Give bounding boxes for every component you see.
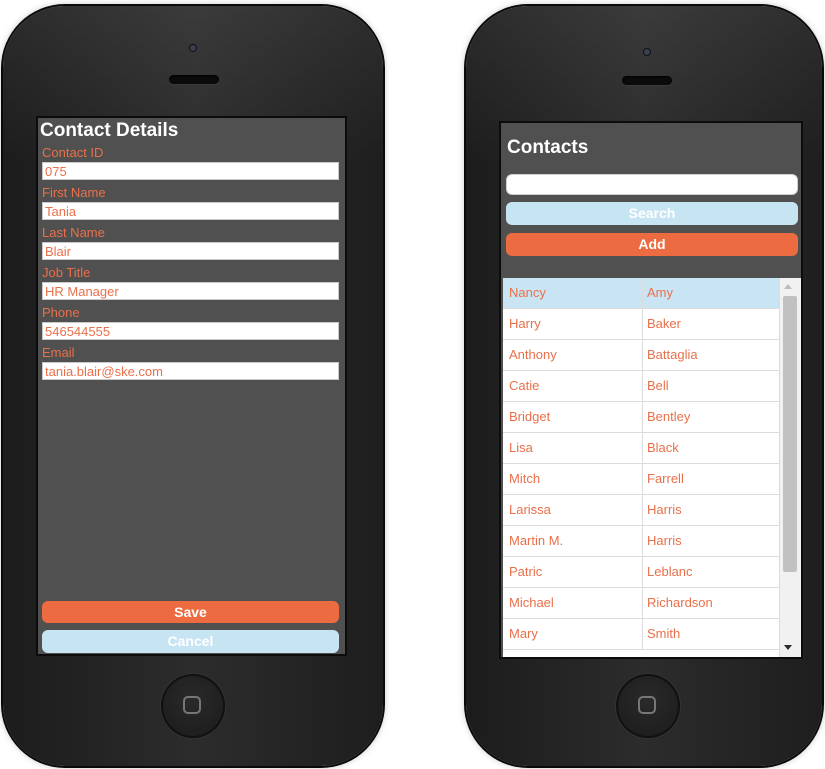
table-row[interactable]: Lisa Black (503, 433, 779, 464)
add-button[interactable]: Add (506, 233, 798, 256)
last-name-field[interactable] (42, 242, 339, 260)
phone-left: Contact Details Contact ID First Name La… (3, 6, 383, 766)
last-name-cell: Bentley (647, 409, 691, 424)
last-name-cell: Baker (647, 316, 681, 331)
page-title: Contacts (507, 137, 589, 158)
phone-field[interactable] (42, 322, 339, 340)
column-divider (642, 464, 643, 494)
column-divider (642, 557, 643, 587)
column-divider (642, 371, 643, 401)
phone-right: Contacts Search Add Nancy Amy Harry Baker An… (466, 6, 822, 766)
label-last-name: Last Name (42, 225, 105, 240)
scroll-up-arrow-icon[interactable] (784, 284, 792, 289)
table-row[interactable]: Mitch Farrell (503, 464, 779, 495)
job-title-field[interactable] (42, 282, 339, 300)
column-divider (642, 495, 643, 525)
last-name-cell: Harris (647, 533, 682, 548)
table-row[interactable]: Martin M. Harris (503, 526, 779, 557)
last-name-cell: Battaglia (647, 347, 698, 362)
home-button[interactable] (161, 674, 225, 738)
label-contact-id: Contact ID (42, 145, 104, 160)
last-name-cell: Leblanc (647, 564, 693, 579)
label-email: Email (42, 345, 75, 360)
home-button[interactable] (616, 674, 680, 738)
first-name-cell: Bridget (509, 409, 551, 424)
table-row[interactable]: Larissa Harris (503, 495, 779, 526)
first-name-cell: Mary (509, 626, 538, 641)
column-divider (642, 526, 643, 556)
first-name-cell: Larissa (509, 502, 551, 517)
contacts-table: Nancy Amy Harry Baker Anthony Battaglia Catie B… (503, 278, 801, 657)
first-name-cell: Lisa (509, 440, 533, 455)
cancel-button[interactable]: Cancel (42, 630, 339, 653)
first-name-cell: Anthony (509, 347, 557, 362)
page-title: Contact Details (40, 120, 179, 141)
save-button[interactable]: Save (42, 601, 339, 623)
table-row[interactable]: Harry Baker (503, 309, 779, 340)
home-square-icon (183, 696, 201, 714)
first-name-cell: Harry (509, 316, 541, 331)
front-camera (190, 45, 196, 51)
column-divider (642, 588, 643, 618)
last-name-cell: Harris (647, 502, 682, 517)
first-name-cell: Michael (509, 595, 554, 610)
column-divider (642, 340, 643, 370)
table-row[interactable]: Michael Richardson (503, 588, 779, 619)
label-first-name: First Name (42, 185, 106, 200)
label-phone: Phone (42, 305, 80, 320)
first-name-cell: Catie (509, 378, 540, 393)
table-row[interactable]: Anthony Battaglia (503, 340, 779, 371)
last-name-cell: Amy (647, 285, 673, 300)
contact-id-field[interactable] (42, 162, 339, 180)
scrollbar[interactable] (779, 278, 801, 657)
earpiece-speaker (622, 76, 672, 85)
first-name-cell: Nancy (509, 285, 546, 300)
table-row[interactable]: Bridget Bentley (503, 402, 779, 433)
last-name-cell: Smith (647, 626, 681, 641)
table-row[interactable]: Nancy Amy (503, 278, 779, 309)
search-button[interactable]: Search (506, 202, 798, 225)
screen-contacts: Contacts Search Add Nancy Amy Harry Baker An… (499, 121, 803, 659)
scroll-thumb[interactable] (783, 296, 797, 572)
earpiece-speaker (169, 75, 219, 84)
last-name-cell: Farrell (647, 471, 684, 486)
label-job-title: Job Title (42, 265, 91, 280)
column-divider (642, 278, 643, 308)
last-name-cell: Richardson (647, 595, 713, 610)
first-name-field[interactable] (42, 202, 339, 220)
column-divider (642, 433, 643, 463)
screen-contact-details: Contact Details Contact ID First Name La… (36, 116, 347, 656)
scroll-down-arrow-icon[interactable] (784, 645, 792, 650)
column-divider (642, 619, 643, 649)
front-camera (644, 49, 650, 55)
first-name-cell: Patric (509, 564, 543, 579)
email-field[interactable] (42, 362, 339, 380)
search-input[interactable] (506, 174, 798, 195)
last-name-cell: Bell (647, 378, 669, 393)
column-divider (642, 402, 643, 432)
table-row[interactable]: Catie Bell (503, 371, 779, 402)
first-name-cell: Martin M. (509, 533, 564, 548)
first-name-cell: Mitch (509, 471, 541, 486)
home-square-icon (638, 696, 656, 714)
column-divider (642, 309, 643, 339)
last-name-cell: Black (647, 440, 679, 455)
table-row[interactable]: Patric Leblanc (503, 557, 779, 588)
table-row[interactable]: Mary Smith (503, 619, 779, 650)
